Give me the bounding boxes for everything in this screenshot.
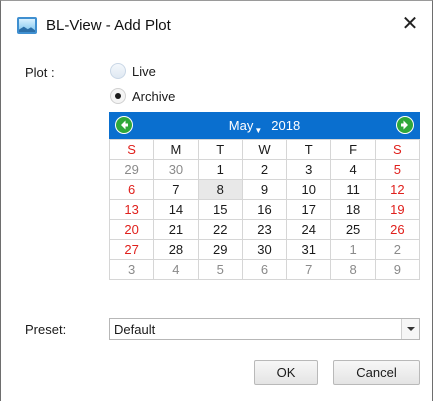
calendar-day[interactable]: 25 — [331, 220, 376, 240]
window-title: BL-View - Add Plot — [46, 17, 171, 34]
calendar-day[interactable]: 4 — [331, 160, 376, 180]
chevron-down-icon — [407, 327, 415, 331]
calendar-day[interactable]: 11 — [331, 180, 376, 200]
preset-dropdown[interactable]: Default — [109, 318, 420, 340]
calendar-day[interactable]: 20 — [110, 220, 155, 240]
add-plot-dialog: BL-View - Add Plot ✕ Plot : Live Archive… — [0, 0, 433, 401]
year-label[interactable]: 2018 — [271, 118, 300, 133]
calendar-day[interactable]: 7 — [154, 180, 199, 200]
bl-view-app-icon — [17, 17, 37, 34]
plot-label: Plot : — [25, 65, 55, 80]
calendar-day-other-month[interactable]: 9 — [375, 260, 420, 280]
calendar-day[interactable]: 26 — [375, 220, 420, 240]
calendar-day[interactable]: 8 — [198, 180, 243, 200]
weekday-header: M — [154, 140, 199, 160]
calendar-day-other-month[interactable]: 29 — [110, 160, 155, 180]
calendar-header: May▼ 2018 — [109, 112, 420, 139]
calendar-day[interactable]: 21 — [154, 220, 199, 240]
calendar-day[interactable]: 6 — [110, 180, 155, 200]
calendar-day[interactable]: 15 — [198, 200, 243, 220]
calendar-grid: S M T W T F S 29 30 1 2 3 4 5 6 7 8 9 10 11 12 13 14 15 16 17 18 19… — [109, 139, 420, 280]
archive-radio[interactable] — [110, 88, 126, 104]
preset-value: Default — [114, 322, 156, 337]
calendar-day[interactable]: 28 — [154, 240, 199, 260]
calendar-day-other-month[interactable]: 30 — [154, 160, 199, 180]
date-calendar: May▼ 2018 S M T W T F S 29 30 1 2 3 4 5 6 7 8 9 10 11 12 13 14 1… — [109, 112, 420, 280]
calendar-day[interactable]: 30 — [242, 240, 288, 260]
close-icon: ✕ — [401, 13, 419, 35]
calendar-day[interactable]: 5 — [375, 160, 420, 180]
cancel-button[interactable]: Cancel — [333, 360, 420, 385]
calendar-day-other-month[interactable]: 1 — [331, 240, 376, 260]
dropdown-arrow-button[interactable] — [401, 319, 419, 339]
calendar-day[interactable]: 9 — [242, 180, 288, 200]
ok-button[interactable]: OK — [254, 360, 318, 385]
calendar-day-other-month[interactable]: 2 — [375, 240, 420, 260]
weekday-header: S — [110, 140, 155, 160]
calendar-day[interactable]: 18 — [331, 200, 376, 220]
calendar-day[interactable]: 1 — [198, 160, 243, 180]
calendar-day[interactable]: 2 — [242, 160, 288, 180]
calendar-day[interactable]: 29 — [198, 240, 243, 260]
weekday-header: F — [331, 140, 376, 160]
calendar-day[interactable]: 3 — [287, 160, 332, 180]
calendar-day-other-month[interactable]: 6 — [242, 260, 288, 280]
weekday-header: S — [375, 140, 420, 160]
calendar-day[interactable]: 23 — [242, 220, 288, 240]
month-label: May — [228, 118, 254, 133]
calendar-day-other-month[interactable]: 5 — [198, 260, 243, 280]
calendar-day[interactable]: 16 — [242, 200, 288, 220]
calendar-day-other-month[interactable]: 3 — [110, 260, 155, 280]
calendar-day[interactable]: 12 — [375, 180, 420, 200]
live-radio[interactable] — [110, 63, 126, 79]
title-bar: BL-View - Add Plot ✕ — [1, 1, 432, 48]
live-radio-label[interactable]: Live — [132, 64, 156, 79]
calendar-day[interactable]: 22 — [198, 220, 243, 240]
radio-selected-dot — [115, 93, 121, 99]
calendar-day[interactable]: 14 — [154, 200, 199, 220]
calendar-day[interactable]: 31 — [287, 240, 332, 260]
calendar-day-other-month[interactable]: 8 — [331, 260, 376, 280]
calendar-day[interactable]: 24 — [287, 220, 332, 240]
weekday-header: T — [198, 140, 243, 160]
calendar-day-other-month[interactable]: 7 — [287, 260, 332, 280]
month-dropdown-icon: ▼ — [254, 126, 263, 135]
arrow-right-circle-icon — [397, 117, 413, 133]
month-selector[interactable]: May▼ — [228, 118, 271, 135]
calendar-day[interactable]: 10 — [287, 180, 332, 200]
month-year-display: May▼ 2018 — [109, 118, 420, 135]
close-button[interactable]: ✕ — [395, 11, 425, 39]
next-month-button[interactable] — [396, 116, 414, 134]
calendar-day[interactable]: 27 — [110, 240, 155, 260]
calendar-day[interactable]: 19 — [375, 200, 420, 220]
calendar-day-other-month[interactable]: 4 — [154, 260, 199, 280]
preset-label: Preset: — [25, 322, 67, 337]
calendar-day[interactable]: 17 — [287, 200, 332, 220]
archive-radio-label[interactable]: Archive — [132, 89, 175, 104]
weekday-header: W — [242, 140, 288, 160]
weekday-header: T — [287, 140, 332, 160]
calendar-day[interactable]: 13 — [110, 200, 155, 220]
